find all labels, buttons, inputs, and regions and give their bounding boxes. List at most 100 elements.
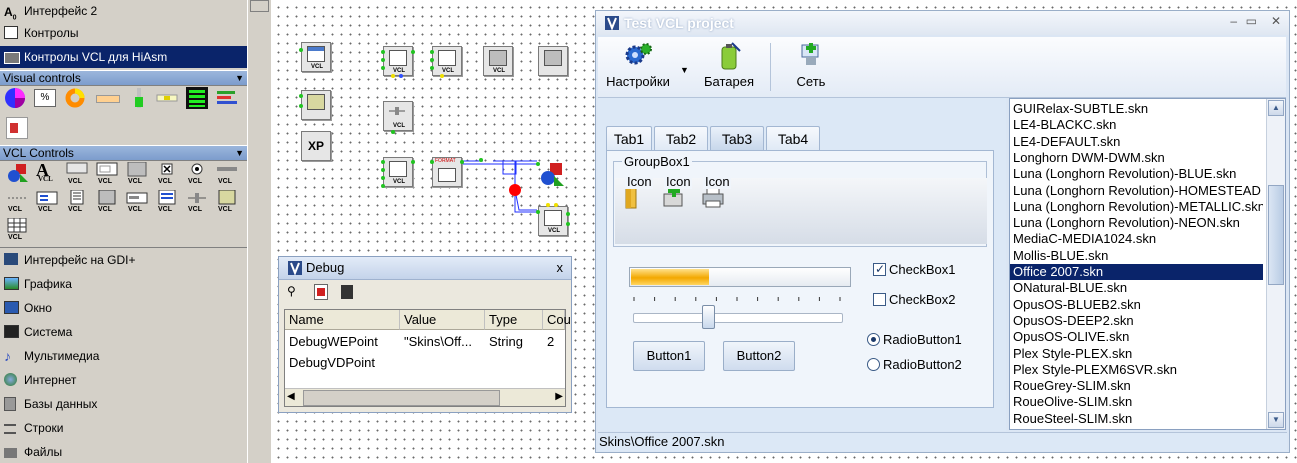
row-name[interactable]: DebugWEPoint: [285, 332, 399, 352]
image-node[interactable]: [301, 90, 331, 120]
skin-list-item[interactable]: Office 2007.skn: [1010, 264, 1263, 280]
scroll-thumb[interactable]: [250, 0, 269, 12]
pin[interactable]: [479, 158, 483, 162]
pin[interactable]: [536, 162, 540, 166]
category-database[interactable]: Базы данных: [0, 393, 247, 415]
color-wheel-icon[interactable]: [4, 87, 26, 109]
pin[interactable]: [299, 48, 303, 52]
category-controls[interactable]: Контролы: [0, 22, 247, 44]
category-graphics[interactable]: Графика: [0, 273, 247, 295]
skin-list-item[interactable]: Luna (Longhorn Revolution)-BLUE.skn: [1010, 166, 1263, 182]
row-name[interactable]: DebugVDPoint: [285, 353, 399, 373]
skin-list-item[interactable]: LE4-BLACKC.skn: [1010, 117, 1263, 133]
pin[interactable]: [536, 210, 540, 214]
pin[interactable]: [566, 212, 570, 216]
settings-button[interactable]: Настройки: [598, 37, 678, 95]
tab-2[interactable]: Tab2: [654, 126, 708, 151]
close-icon[interactable]: x: [557, 257, 564, 279]
listbox-node[interactable]: VCL: [538, 206, 568, 236]
skin-list-item[interactable]: Mollis-BLUE.skn: [1010, 248, 1263, 264]
listbox-icon[interactable]: VCL: [126, 190, 148, 213]
format-node[interactable]: FORMAT: [432, 157, 462, 187]
skins-listbox[interactable]: GUIRelax-SUBTLE.skn LE4-BLACKC.skn LE4-DEF…: [1009, 98, 1286, 430]
tab-1[interactable]: Tab1: [606, 126, 652, 151]
link-point[interactable]: [509, 184, 521, 196]
bar-graph-icon[interactable]: [216, 87, 238, 109]
shapes-icon[interactable]: [6, 162, 28, 184]
pin[interactable]: [440, 74, 444, 78]
trackbar-node[interactable]: VCL: [383, 101, 413, 131]
edit-icon[interactable]: VCL: [96, 162, 118, 185]
radio-icon[interactable]: VCL: [186, 162, 208, 185]
memo-icon[interactable]: VCL: [66, 189, 88, 213]
skin-list-item[interactable]: Luna (Longhorn Revolution)-HOMESTEAD: [1010, 183, 1263, 199]
skin-list-item[interactable]: RoueGrey-SLIM.skn: [1010, 378, 1263, 394]
row-value[interactable]: "Skins\Off...: [400, 332, 486, 352]
pin[interactable]: [411, 160, 415, 164]
splitter-icon[interactable]: VCL: [186, 190, 208, 213]
category-gdi[interactable]: Интерфейс на GDI+: [0, 249, 247, 271]
percent-icon[interactable]: %: [34, 89, 56, 107]
pin[interactable]: [299, 104, 303, 108]
palette-splitter[interactable]: [247, 0, 272, 463]
memo-node-2[interactable]: VCL: [432, 46, 462, 76]
col-name-header[interactable]: Name: [285, 310, 400, 330]
pick-icon[interactable]: ⚲: [287, 284, 296, 298]
skin-list-item[interactable]: GUIRelax-SUBTLE.skn: [1010, 101, 1263, 117]
group-icon-button-3[interactable]: Icon: [695, 174, 731, 234]
pin[interactable]: [381, 160, 385, 164]
vertical-slider-icon[interactable]: [128, 87, 150, 109]
led-bar-icon[interactable]: [156, 87, 178, 109]
skin-list-item[interactable]: Longhorn DWM-DWM.skn: [1010, 150, 1263, 166]
row-count[interactable]: 2: [543, 332, 567, 352]
xp-node[interactable]: XP: [301, 131, 331, 161]
groupbox-icon[interactable]: VCL: [96, 189, 118, 213]
skin-list-item[interactable]: OpusOS-BLUEB2.skn: [1010, 297, 1263, 313]
vertical-scrollbar[interactable]: ▲ ▼: [1266, 99, 1285, 429]
image-icon[interactable]: [6, 117, 28, 139]
combobox-node[interactable]: VCL: [383, 157, 413, 187]
list-icon[interactable]: VCL: [156, 189, 178, 213]
close-icon[interactable]: ✕: [1271, 14, 1281, 28]
skin-list-item[interactable]: ONatural-BLUE.skn: [1010, 280, 1263, 296]
pin[interactable]: [381, 66, 385, 70]
category-internet[interactable]: Интернет: [0, 369, 247, 391]
skin-list-item[interactable]: LE4-DEFAULT.skn: [1010, 134, 1263, 150]
panel-node[interactable]: VCL: [483, 46, 513, 76]
tab-4[interactable]: Tab4: [766, 126, 820, 151]
trackbar[interactable]: [627, 291, 847, 331]
pin[interactable]: [430, 160, 434, 164]
skin-list-item[interactable]: Plex Style-PLEX.skn: [1010, 346, 1263, 362]
scroll-down-icon[interactable]: ▼: [1268, 412, 1284, 428]
pin[interactable]: [391, 74, 395, 78]
pin[interactable]: [381, 58, 385, 62]
equalizer-icon[interactable]: [186, 87, 208, 109]
vcl-controls-header[interactable]: VCL Controls ▼: [0, 145, 247, 161]
pin[interactable]: [460, 160, 464, 164]
col-type-header[interactable]: Type: [485, 310, 543, 330]
category-files[interactable]: Файлы: [0, 441, 247, 463]
pin[interactable]: [381, 168, 385, 172]
pin[interactable]: [430, 58, 434, 62]
label-icon[interactable]: A VCL: [36, 160, 58, 183]
battery-button[interactable]: Батарея: [696, 37, 762, 95]
skin-list-item[interactable]: Luna (Longhorn Revolution)-NEON.skn: [1010, 215, 1263, 231]
clear-icon[interactable]: [314, 284, 328, 300]
skin-list-item[interactable]: OpusOS-OLIVE.skn: [1010, 329, 1263, 345]
scroll-right-icon[interactable]: ▶: [555, 391, 563, 402]
skin-list-item[interactable]: MediaC-MEDIA1024.skn: [1010, 231, 1263, 247]
col-count-header[interactable]: Cou: [543, 310, 571, 330]
pin[interactable]: [546, 203, 550, 207]
category-strings[interactable]: Строки: [0, 417, 247, 439]
button-icon[interactable]: VCL: [66, 162, 88, 185]
skin-list-item[interactable]: OpusOS-DEEP2.skn: [1010, 313, 1263, 329]
scrollbar-icon[interactable]: VCL: [216, 162, 238, 185]
scroll-left-icon[interactable]: ◀: [287, 391, 295, 402]
category-vcl-controls[interactable]: Контролы VCL для HiAsm: [0, 46, 247, 68]
dropdown-arrow-icon[interactable]: ▼: [680, 65, 689, 75]
category-system[interactable]: Система: [0, 321, 247, 343]
pin[interactable]: [411, 50, 415, 54]
checkbox-icon[interactable]: VCL: [156, 162, 178, 185]
horizontal-scrollbar[interactable]: ◀ ▶: [285, 388, 565, 406]
col-value-header[interactable]: Value: [400, 310, 485, 330]
